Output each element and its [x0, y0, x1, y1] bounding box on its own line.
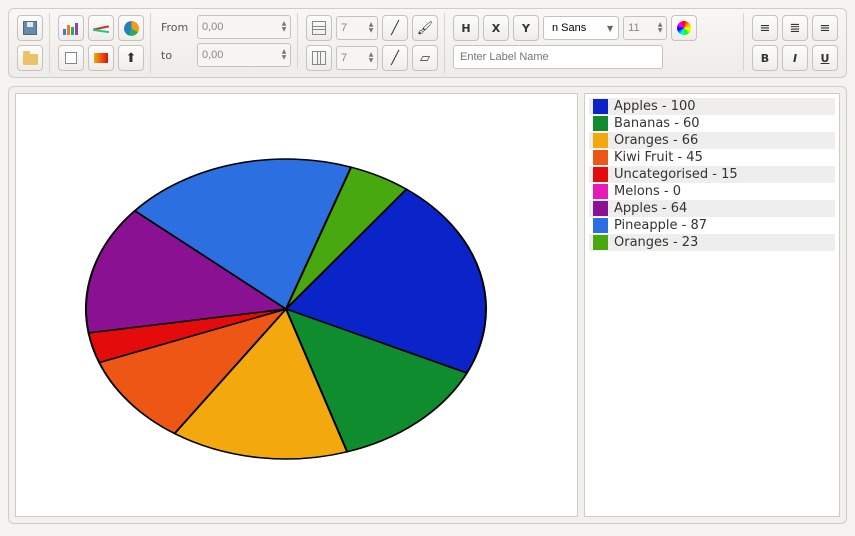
chart-canvas: [15, 93, 578, 517]
bar-chart-icon: [63, 21, 79, 35]
legend-swatch: [593, 133, 608, 148]
export-icon: ⬆: [126, 51, 137, 66]
eraser-icon: ▱: [420, 51, 430, 66]
to-spinbox[interactable]: ▲▼: [197, 43, 291, 67]
line-chart-icon: [93, 21, 109, 35]
font-label-group: H X Y ▼ ▲▼: [451, 13, 744, 71]
legend-label: Uncategorised - 15: [614, 167, 738, 182]
to-input[interactable]: [198, 47, 278, 63]
chart-type-group: ⬆: [56, 13, 151, 73]
pie-svg: [66, 144, 506, 474]
color-picker-button[interactable]: [671, 15, 697, 41]
folder-icon: [23, 54, 38, 65]
to-label: to: [159, 49, 193, 62]
align-right-button[interactable]: ≡: [812, 15, 838, 41]
legend-swatch: [593, 184, 608, 199]
bar-chart-button[interactable]: [58, 15, 84, 41]
legend-item[interactable]: Oranges - 66: [589, 132, 835, 149]
line-style-4[interactable]: ▱: [412, 45, 438, 71]
grid-v-input[interactable]: [337, 50, 365, 66]
legend-label: Oranges - 66: [614, 133, 698, 148]
range-group: From ▲▼ to ▲▼: [157, 13, 298, 69]
underline-button[interactable]: U: [812, 45, 838, 71]
legend-label: Apples - 64: [614, 201, 687, 216]
legend-label: Melons - 0: [614, 184, 681, 199]
align-left-icon: ≡: [760, 21, 771, 36]
grid-v-button[interactable]: [306, 45, 332, 71]
italic-button[interactable]: I: [782, 45, 808, 71]
pencil2-icon: ╱: [391, 51, 399, 66]
legend-item[interactable]: Pineapple - 87: [589, 217, 835, 234]
pencil-icon: ╱: [391, 21, 399, 36]
legend-item[interactable]: Kiwi Fruit - 45: [589, 149, 835, 166]
from-spinbox[interactable]: ▲▼: [197, 15, 291, 39]
line-style-2[interactable]: 🖌: [412, 15, 438, 41]
font-size-spin[interactable]: ▲▼: [623, 16, 667, 40]
align-center-icon: ≣: [790, 21, 801, 36]
from-input[interactable]: [198, 19, 278, 35]
pie-chart-button[interactable]: [118, 15, 144, 41]
legend-label: Pineapple - 87: [614, 218, 707, 233]
to-down[interactable]: ▼: [278, 55, 290, 61]
toolbar: ⬆ From ▲▼ to ▲▼ ▲▼ ╱ 🖌 ▲▼: [8, 8, 847, 78]
pie-chart-icon: [124, 21, 139, 36]
bold-button[interactable]: B: [752, 45, 778, 71]
align-center-button[interactable]: ≣: [782, 15, 808, 41]
swatch-icon: [65, 52, 77, 64]
grid-v-icon: [312, 51, 326, 65]
misc-button-2[interactable]: [88, 45, 114, 71]
align-right-icon: ≡: [820, 21, 831, 36]
gradient-icon: [94, 53, 108, 63]
grid-group: ▲▼ ╱ 🖌 ▲▼ ╱ ▱: [304, 13, 445, 73]
line-style-1[interactable]: ╱: [382, 15, 408, 41]
legend-item[interactable]: Apples - 100: [589, 98, 835, 115]
legend-label: Apples - 100: [614, 99, 696, 114]
legend-swatch: [593, 99, 608, 114]
legend-item[interactable]: Melons - 0: [589, 183, 835, 200]
legend-item[interactable]: Bananas - 60: [589, 115, 835, 132]
legend-item[interactable]: Oranges - 23: [589, 234, 835, 251]
axis-h-button[interactable]: H: [453, 15, 479, 41]
legend-label: Oranges - 23: [614, 235, 698, 250]
grid-h-icon: [312, 21, 326, 35]
from-label: From: [159, 21, 193, 34]
font-size-input[interactable]: [624, 20, 654, 36]
grid-v-spin[interactable]: ▲▼: [336, 46, 378, 70]
grid-h-input[interactable]: [337, 20, 365, 36]
save-icon: [23, 21, 37, 35]
legend: Apples - 100 Bananas - 60 Oranges - 66 Kiwi…: [584, 93, 840, 517]
color-wheel-icon: [677, 21, 691, 35]
text-style-group: ≡ ≣ ≡ B I U: [750, 13, 840, 73]
grid-h-button[interactable]: [306, 15, 332, 41]
legend-swatch: [593, 167, 608, 182]
from-down[interactable]: ▼: [278, 27, 290, 33]
grid-h-spin[interactable]: ▲▼: [336, 16, 378, 40]
font-family-input[interactable]: [550, 21, 604, 35]
legend-swatch: [593, 218, 608, 233]
main-panel: Apples - 100 Bananas - 60 Oranges - 66 Kiwi…: [8, 86, 847, 524]
legend-item[interactable]: Uncategorised - 15: [589, 166, 835, 183]
file-chart-group: [15, 13, 50, 73]
misc-button-1[interactable]: [58, 45, 84, 71]
legend-swatch: [593, 235, 608, 250]
legend-item[interactable]: Apples - 64: [589, 200, 835, 217]
axis-x-button[interactable]: X: [483, 15, 509, 41]
line-style-3[interactable]: ╱: [382, 45, 408, 71]
legend-label: Kiwi Fruit - 45: [614, 150, 703, 165]
line-chart-button[interactable]: [88, 15, 114, 41]
open-button[interactable]: [17, 45, 43, 71]
legend-label: Bananas - 60: [614, 116, 700, 131]
label-name-input[interactable]: [453, 45, 663, 69]
save-button[interactable]: [17, 15, 43, 41]
chevron-down-icon[interactable]: ▼: [604, 24, 616, 33]
export-button[interactable]: ⬆: [118, 45, 144, 71]
legend-swatch: [593, 150, 608, 165]
align-left-button[interactable]: ≡: [752, 15, 778, 41]
brush-icon: 🖌: [417, 21, 434, 36]
font-family-combo[interactable]: ▼: [543, 16, 619, 40]
legend-swatch: [593, 201, 608, 216]
axis-y-button[interactable]: Y: [513, 15, 539, 41]
legend-swatch: [593, 116, 608, 131]
pie-chart: [66, 144, 506, 474]
